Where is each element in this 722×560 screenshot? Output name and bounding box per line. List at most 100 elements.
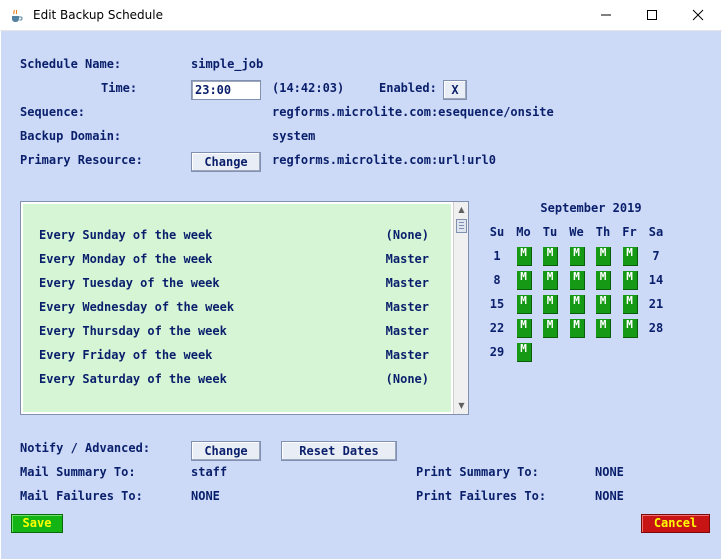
notify-change-button[interactable]: Change — [191, 441, 261, 461]
save-button[interactable]: Save — [11, 514, 63, 533]
calendar-day[interactable]: 8 — [484, 273, 510, 287]
calendar-day[interactable]: 14 — [643, 273, 669, 287]
list-item[interactable]: Every Saturday of the week (None) — [39, 372, 429, 390]
list-item[interactable]: Every Sunday of the week (None) — [39, 228, 429, 246]
list-item[interactable]: Every Friday of the week Master — [39, 348, 429, 366]
weekday-header: Sa — [648, 225, 664, 239]
schedule-day-label: Every Friday of the week — [39, 348, 213, 362]
print-failures-value: NONE — [595, 489, 624, 503]
schedule-name-value: simple_job — [191, 57, 264, 71]
primary-resource-value: regforms.microlite.com:url!url0 — [272, 153, 496, 167]
schedule-status: Master — [385, 276, 429, 290]
list-item[interactable]: Every Wednesday of the week Master — [39, 300, 429, 318]
calendar-backup-marker[interactable]: M — [569, 295, 585, 314]
calendar-backup-marker[interactable]: M — [516, 295, 532, 314]
calendar-backup-marker[interactable]: M — [596, 295, 611, 314]
calendar-day[interactable]: 1 — [484, 249, 510, 263]
close-icon — [692, 9, 704, 21]
calendar-backup-marker[interactable]: M — [596, 271, 611, 290]
schedule-status: Master — [385, 252, 429, 266]
calendar-day[interactable]: 29 — [484, 345, 510, 359]
calendar-backup-marker[interactable]: M — [569, 319, 585, 338]
calendar-day[interactable]: 28 — [643, 321, 669, 335]
maximize-button[interactable] — [629, 0, 675, 31]
print-summary-value: NONE — [595, 465, 624, 479]
enabled-checkbox[interactable]: X — [443, 80, 467, 100]
print-summary-label: Print Summary To: — [416, 465, 539, 479]
current-time: (14:42:03) — [272, 81, 345, 95]
window-title: Edit Backup Schedule — [33, 8, 163, 22]
mail-failures-value: NONE — [191, 489, 220, 503]
cancel-button[interactable]: Cancel — [641, 514, 710, 533]
primary-resource-label: Primary Resource: — [20, 153, 143, 167]
calendar-backup-marker[interactable]: M — [543, 295, 558, 314]
change-resource-button[interactable]: Change — [191, 152, 261, 172]
sequence-label: Sequence: — [20, 105, 86, 119]
mail-failures-label: Mail Failures To: — [20, 489, 143, 503]
sequence-value: regforms.microlite.com:esequence/onsite — [272, 105, 554, 119]
title-bar: Edit Backup Schedule — [0, 0, 722, 31]
dialog-body: Schedule Name: simple_job Time: 23:00 (1… — [1, 31, 721, 559]
calendar-backup-marker[interactable]: M — [543, 319, 558, 338]
list-item[interactable]: Every Thursday of the week Master — [39, 324, 429, 342]
mail-summary-value: staff — [191, 465, 228, 479]
time-field[interactable]: 23:00 — [191, 80, 261, 100]
list-scrollbar[interactable]: ▲ ▼ — [453, 202, 468, 414]
calendar-backup-marker[interactable]: M — [543, 271, 558, 290]
close-button[interactable] — [675, 0, 721, 31]
weekday-header: We — [569, 225, 584, 239]
calendar-day[interactable]: 7 — [643, 249, 669, 263]
calendar-backup-marker[interactable]: M — [516, 247, 532, 266]
calendar-title: September 2019 — [540, 201, 642, 215]
calendar-backup-marker[interactable]: M — [516, 319, 532, 338]
schedule-status: Master — [385, 324, 429, 338]
schedule-day-label: Every Wednesday of the week — [39, 300, 235, 314]
weekday-header: Su — [489, 225, 505, 239]
calendar-backup-marker[interactable]: M — [516, 343, 532, 362]
calendar-backup-marker[interactable]: M — [622, 295, 638, 314]
schedule-list-viewport: Every Sunday of the week (None) Every Mond… — [21, 202, 453, 414]
weekday-header: Fr — [622, 225, 637, 239]
calendar-backup-marker[interactable]: M — [596, 247, 611, 266]
schedule-day-label: Every Tuesday of the week — [39, 276, 220, 290]
enabled-label: Enabled: — [379, 81, 437, 95]
time-label: Time: — [101, 81, 138, 95]
calendar-backup-marker[interactable]: M — [569, 247, 585, 266]
notify-advanced-label: Notify / Advanced: — [20, 441, 151, 455]
reset-dates-button[interactable]: Reset Dates — [281, 441, 397, 461]
schedule-status: Master — [385, 348, 429, 362]
schedule-status: (None) — [385, 228, 429, 242]
schedule-status: (None) — [385, 372, 429, 386]
scroll-thumb[interactable] — [456, 219, 467, 233]
schedule-status: Master — [385, 300, 429, 314]
weekday-header: Th — [595, 225, 611, 239]
scroll-up-icon[interactable]: ▲ — [454, 202, 469, 218]
schedule-day-label: Every Monday of the week — [39, 252, 213, 266]
weekday-header: Mo — [516, 225, 531, 239]
list-item[interactable]: Every Monday of the week Master — [39, 252, 429, 270]
calendar-day[interactable]: 21 — [643, 297, 669, 311]
print-failures-label: Print Failures To: — [416, 489, 547, 503]
minimize-button[interactable] — [583, 0, 629, 31]
calendar-backup-marker[interactable]: M — [622, 271, 638, 290]
schedule-list[interactable]: Every Sunday of the week (None) Every Mond… — [20, 201, 469, 415]
calendar-backup-marker[interactable]: M — [596, 319, 611, 338]
schedule-name-label: Schedule Name: — [20, 57, 122, 71]
schedule-day-label: Every Saturday of the week — [39, 372, 227, 386]
java-cup-icon — [12, 9, 23, 22]
minimize-icon — [601, 14, 611, 16]
calendar-backup-marker[interactable]: M — [569, 271, 585, 290]
calendar-backup-marker[interactable]: M — [622, 247, 638, 266]
schedule-day-label: Every Sunday of the week — [39, 228, 213, 242]
backup-domain-value: system — [272, 129, 316, 143]
mail-summary-label: Mail Summary To: — [20, 465, 136, 479]
list-item[interactable]: Every Tuesday of the week Master — [39, 276, 429, 294]
calendar-backup-marker[interactable]: M — [543, 247, 558, 266]
calendar-day[interactable]: 22 — [484, 321, 510, 335]
calendar-day[interactable]: 15 — [484, 297, 510, 311]
calendar-backup-marker[interactable]: M — [516, 271, 532, 290]
calendar-backup-marker[interactable]: M — [622, 319, 638, 338]
backup-domain-label: Backup Domain: — [20, 129, 122, 143]
scroll-down-icon[interactable]: ▼ — [454, 398, 469, 414]
schedule-day-label: Every Thursday of the week — [39, 324, 227, 338]
